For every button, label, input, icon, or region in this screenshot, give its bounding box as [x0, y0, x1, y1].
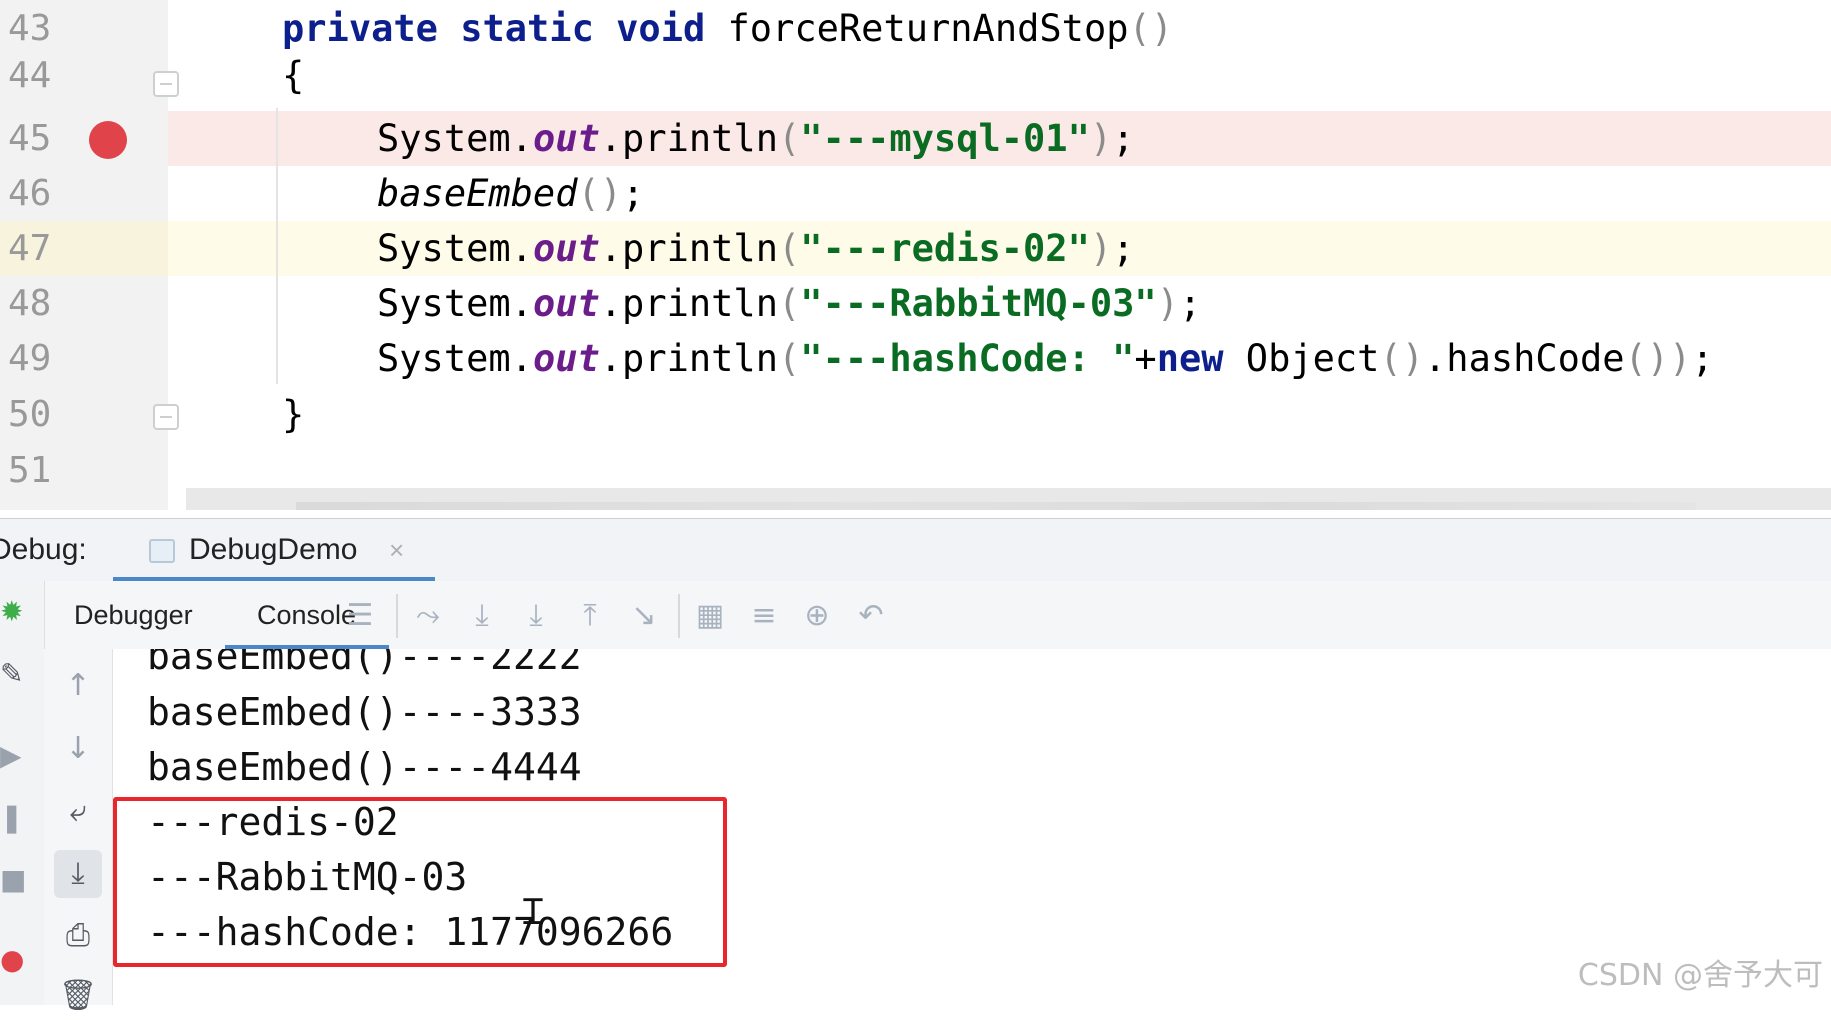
layout-menu-icon[interactable]: ☰	[340, 596, 380, 636]
line-number: 47	[8, 228, 52, 269]
trace-stream-icon[interactable]: ≡	[744, 596, 784, 636]
force-step-into-icon[interactable]: ⤓	[516, 596, 556, 636]
code-editor[interactable]: 43 private static void forceReturnAndSto…	[0, 0, 1831, 510]
stop-icon[interactable]: ■	[0, 862, 30, 898]
console-line: baseEmbed()----3333	[147, 690, 582, 734]
line-number: 46	[8, 173, 52, 214]
text-cursor-icon: Ɪ	[523, 892, 544, 933]
line-number: 45	[8, 118, 52, 159]
debug-window-label: Debug:	[0, 533, 87, 566]
code-text: System.out.println("---mysql-01");	[377, 117, 1135, 160]
undo-icon[interactable]: ↶	[851, 596, 891, 636]
step-over-icon[interactable]: ⤳	[408, 596, 448, 636]
line-number: 51	[8, 450, 52, 491]
run-config-tab-label: DebugDemo	[189, 533, 358, 566]
code-line-44[interactable]: 44 {	[0, 48, 1831, 103]
threads-icon[interactable]: ⊕	[797, 596, 837, 636]
trash-icon[interactable]: 🗑	[54, 972, 102, 1020]
evaluate-expression-icon[interactable]: ▦	[690, 596, 730, 636]
line-number: 49	[8, 338, 52, 379]
annotation-highlight-box	[113, 797, 727, 967]
arrow-down-icon[interactable]: ↓	[54, 725, 102, 773]
code-text: {	[282, 54, 305, 97]
code-line-49[interactable]: 49 System.out.println("---hashCode: "+ne…	[0, 331, 1831, 386]
inline-comment-hint	[186, 488, 1831, 510]
line-number: 44	[8, 55, 52, 96]
scroll-to-end-icon[interactable]: ⤓	[54, 850, 102, 898]
code-text: System.out.println("---hashCode: "+new O…	[377, 337, 1714, 380]
debug-tool-window-header: Debug: DebugDemo ×	[0, 518, 1831, 582]
wrench-icon[interactable]: ✎	[0, 656, 30, 692]
code-text: }	[282, 393, 305, 436]
print-icon[interactable]: ⎙	[54, 912, 102, 960]
fold-toggle-icon[interactable]	[153, 404, 179, 430]
code-line-50[interactable]: 50 }	[0, 387, 1831, 442]
code-text: baseEmbed();	[377, 172, 645, 215]
code-line-47[interactable]: 47 System.out.println("---redis-02");	[0, 221, 1831, 276]
resume-icon[interactable]: ▶	[0, 738, 30, 774]
step-into-icon[interactable]: ⤓	[462, 596, 502, 636]
step-out-icon[interactable]: ⤒	[570, 596, 610, 636]
code-line-45[interactable]: 45 System.out.println("---mysql-01");	[0, 111, 1831, 166]
watermark: CSDN @舍予大可	[1577, 958, 1823, 993]
arrow-up-icon[interactable]: ↑	[54, 662, 102, 710]
fold-toggle-icon[interactable]	[153, 71, 179, 97]
breakpoint-icon[interactable]	[89, 121, 127, 159]
run-config-tab[interactable]: DebugDemo ×	[113, 519, 435, 582]
code-line-46[interactable]: 46 baseEmbed();	[0, 166, 1831, 221]
soft-wrap-icon[interactable]: ⤶	[54, 788, 102, 836]
toolbar-divider	[678, 594, 680, 638]
run-to-cursor-icon[interactable]: ↘	[624, 596, 664, 636]
toolbar-divider	[396, 594, 398, 638]
code-line-48[interactable]: 48 System.out.println("---RabbitMQ-03");	[0, 276, 1831, 331]
code-text: System.out.println("---redis-02");	[377, 227, 1135, 270]
pause-icon[interactable]: ❚	[0, 800, 30, 836]
console-line: baseEmbed()----2222	[147, 649, 582, 678]
run-config-icon	[149, 539, 175, 563]
code-text: System.out.println("---RabbitMQ-03");	[377, 282, 1202, 325]
bug-icon[interactable]: ✹	[0, 594, 30, 630]
tab-debugger[interactable]: Debugger	[74, 581, 193, 649]
line-number: 50	[8, 394, 52, 435]
line-number: 48	[8, 283, 52, 324]
view-breakpoints-icon[interactable]: ●	[0, 942, 30, 978]
console-line: baseEmbed()----4444	[147, 745, 582, 789]
close-icon[interactable]: ×	[389, 519, 404, 581]
